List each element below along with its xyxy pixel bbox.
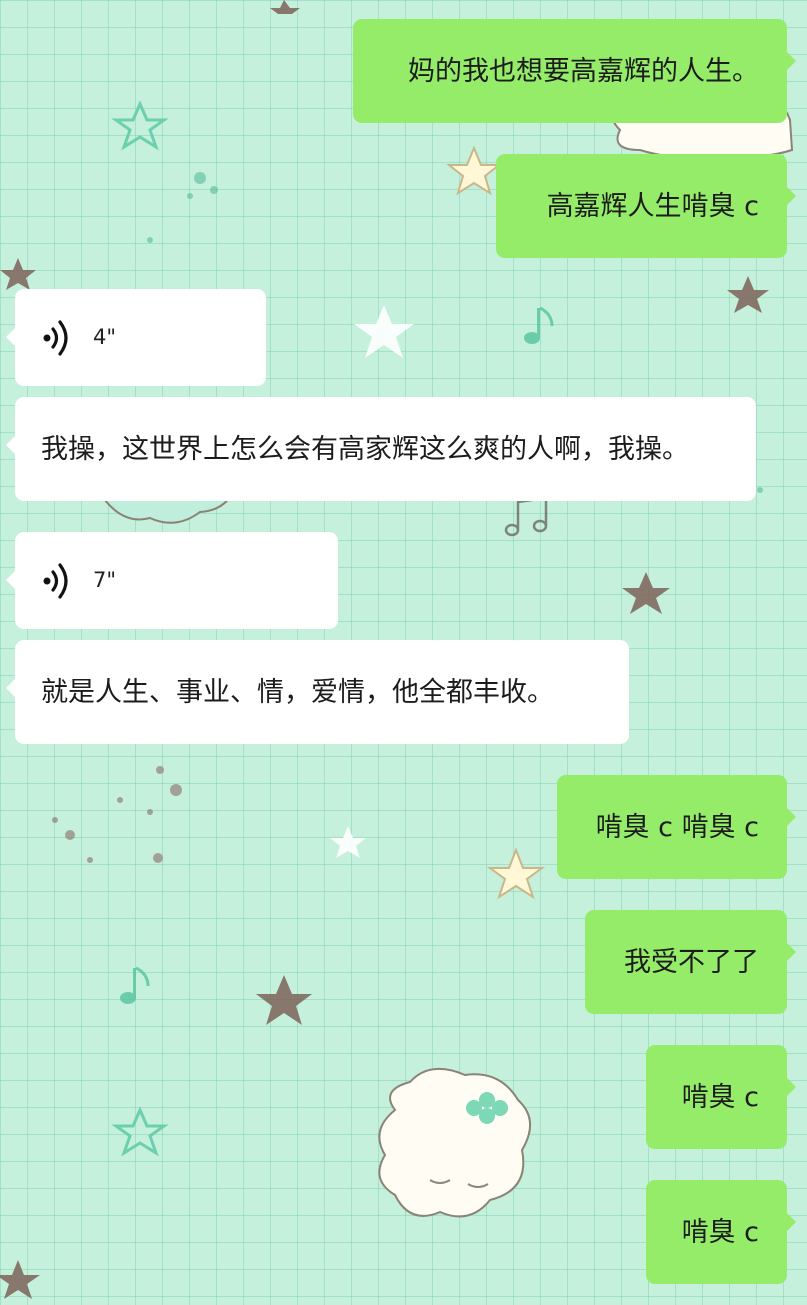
voice-duration-label: 7" bbox=[93, 568, 117, 592]
message-text: 我操，这世界上怎么会有高家辉这么爽的人啊，我操。 bbox=[41, 433, 689, 465]
message-bubble-outgoing[interactable]: 妈的我也想要高嘉辉的人生。 bbox=[353, 19, 796, 123]
message-bubble-outgoing[interactable]: 我受不了了 bbox=[585, 910, 796, 1014]
voice-duration-label: 4" bbox=[93, 325, 117, 349]
message-bubble-outgoing[interactable]: 高嘉辉人生啃臭 c bbox=[496, 154, 796, 258]
message-text: 妈的我也想要高嘉辉的人生。 bbox=[408, 55, 759, 87]
message-bubble-outgoing[interactable]: 啃臭 c bbox=[646, 1045, 796, 1149]
message-text: 啃臭 c bbox=[681, 1081, 759, 1113]
message-text: 啃臭 c bbox=[681, 1216, 759, 1248]
message-text: 高嘉辉人生啃臭 c bbox=[546, 190, 759, 222]
message-bubble-outgoing[interactable]: 啃臭 c bbox=[646, 1180, 796, 1284]
voice-wave-icon bbox=[41, 561, 75, 601]
chat-message-list[interactable]: 妈的我也想要高嘉辉的人生。 高嘉辉人生啃臭 c 4" 我操，这世界上怎么会有高家… bbox=[0, 0, 807, 1305]
message-bubble-incoming[interactable]: 就是人生、事业、情，爱情，他全都丰收。 bbox=[6, 640, 629, 744]
message-text: 就是人生、事业、情，爱情，他全都丰收。 bbox=[41, 676, 554, 708]
message-text: 我受不了了 bbox=[624, 946, 759, 978]
message-bubble-outgoing[interactable]: 啃臭 c 啃臭 c bbox=[557, 775, 796, 879]
voice-message-bubble[interactable]: 4" bbox=[6, 289, 266, 386]
message-bubble-incoming[interactable]: 我操，这世界上怎么会有高家辉这么爽的人啊，我操。 bbox=[6, 397, 756, 501]
voice-wave-icon bbox=[41, 318, 75, 358]
message-text: 啃臭 c 啃臭 c bbox=[595, 811, 759, 843]
voice-message-bubble[interactable]: 7" bbox=[6, 532, 338, 629]
